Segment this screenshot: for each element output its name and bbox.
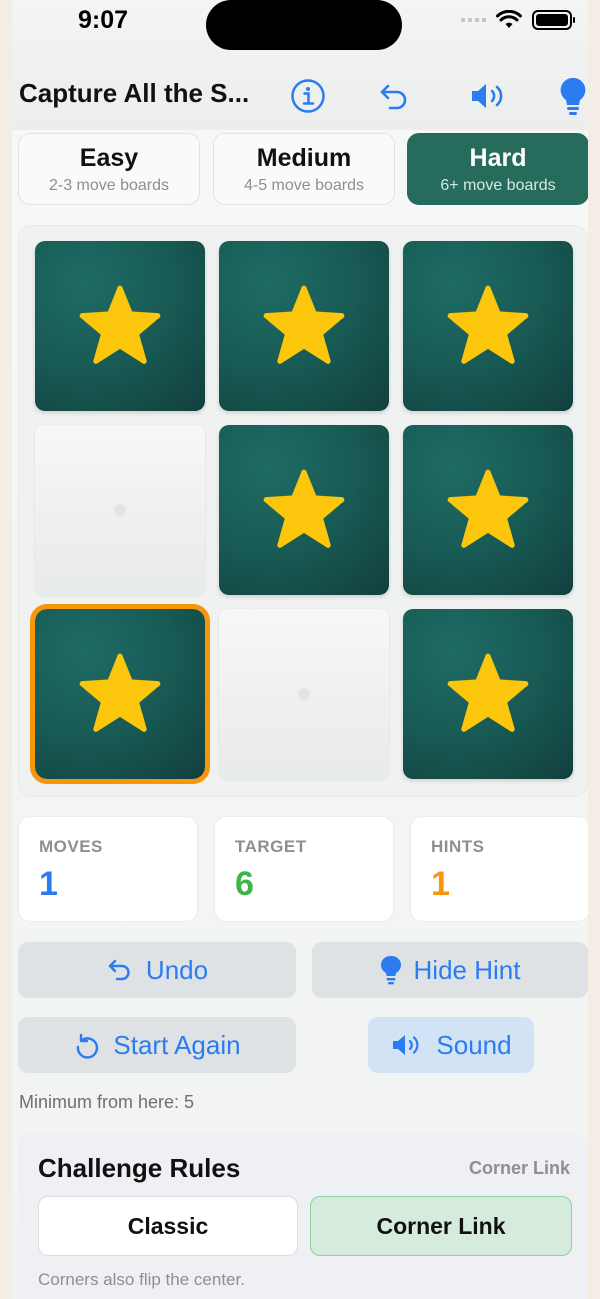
page-title: Capture All the S... <box>19 78 250 108</box>
rules-current-mode: Corner Link <box>468 1158 570 1178</box>
difficulty-description: 6+ move boards <box>440 177 556 194</box>
hide-hint-button[interactable]: Hide Hint <box>312 942 588 998</box>
sound-label: Sound <box>436 1029 512 1060</box>
hints-stat: HINTS 1 <box>410 816 588 922</box>
board-tile-6[interactable] <box>403 425 573 595</box>
star-icon <box>263 469 345 548</box>
board-tile-7[interactable] <box>30 604 210 784</box>
hide-hint-label: Hide Hint <box>413 954 521 985</box>
sound-button[interactable]: Sound <box>368 1017 534 1073</box>
undo-icon <box>380 84 407 110</box>
game-board <box>18 225 588 797</box>
star-icon <box>447 285 529 364</box>
hints-label: HINTS <box>431 837 485 856</box>
speaker-icon <box>393 1035 419 1055</box>
difficulty-description: 4-5 move boards <box>243 177 365 194</box>
empty-dot-icon <box>114 504 126 516</box>
rules-title: Challenge Rules <box>38 1153 241 1183</box>
hints-value: 1 <box>431 865 450 903</box>
difficulty-name: Medium <box>256 144 352 172</box>
star-icon <box>447 653 529 732</box>
difficulty-name: Hard <box>469 144 527 172</box>
board-tile-9[interactable] <box>403 609 573 779</box>
board-tile-1[interactable] <box>35 241 205 411</box>
undo-icon <box>108 959 130 981</box>
rule-corner-link-label: Corner Link <box>376 1212 506 1239</box>
target-stat: TARGET 6 <box>214 816 394 922</box>
board-tile-4[interactable] <box>35 425 205 595</box>
moves-stat: MOVES 1 <box>18 816 198 922</box>
target-label: TARGET <box>235 837 307 856</box>
star-icon <box>263 285 345 364</box>
board-tile-3[interactable] <box>403 241 573 411</box>
signal-icon <box>461 18 486 22</box>
difficulty-description: 2-3 move boards <box>48 177 170 194</box>
start-again-label: Start Again <box>113 1029 241 1060</box>
moves-label: MOVES <box>39 837 103 856</box>
speaker-icon <box>472 84 503 108</box>
rule-classic-label: Classic <box>127 1212 209 1239</box>
difficulty-name: Easy <box>79 144 139 172</box>
moves-value: 1 <box>39 865 58 903</box>
difficulty-selector: Easy 2-3 move boards Medium 4-5 move boa… <box>18 133 588 205</box>
start-again-button[interactable]: Start Again <box>18 1017 296 1073</box>
status-time: 9:07 <box>78 6 129 34</box>
lightbulb-icon <box>560 77 586 115</box>
rules-note: Corners also flip the center. <box>38 1270 245 1289</box>
board-tile-8[interactable] <box>219 609 389 779</box>
undo-header-button[interactable] <box>370 72 418 120</box>
undo-label: Undo <box>145 954 209 985</box>
sound-header-button[interactable] <box>464 72 512 120</box>
challenge-rules-card: Challenge Rules Corner Link Classic Corn… <box>18 1133 588 1299</box>
restart-icon <box>77 1033 99 1059</box>
rule-classic-button[interactable]: Classic <box>38 1196 298 1256</box>
star-icon <box>79 285 161 364</box>
empty-dot-icon <box>298 688 310 700</box>
hint-header-button[interactable] <box>549 72 588 120</box>
minimum-moves-text: Minimum from here: 5 <box>19 1092 195 1112</box>
difficulty-easy[interactable]: Easy 2-3 move boards <box>18 133 200 205</box>
star-icon <box>447 469 529 548</box>
info-button[interactable] <box>284 72 332 120</box>
battery-icon <box>532 10 575 30</box>
info-icon <box>291 79 325 113</box>
difficulty-medium[interactable]: Medium 4-5 move boards <box>213 133 395 205</box>
lightbulb-icon <box>380 955 401 985</box>
difficulty-hard[interactable]: Hard 6+ move boards <box>407 133 588 205</box>
wifi-icon <box>496 10 522 28</box>
target-value: 6 <box>235 865 254 903</box>
rule-corner-link-button[interactable]: Corner Link <box>310 1196 572 1256</box>
app-screen: 9:07 Capture All the S... Easy 2-3 move … <box>12 0 588 1299</box>
board-tile-5[interactable] <box>219 425 389 595</box>
undo-button[interactable]: Undo <box>18 942 296 998</box>
star-icon <box>79 653 161 732</box>
status-icons <box>461 10 575 30</box>
board-tile-2[interactable] <box>219 241 389 411</box>
dynamic-island <box>206 0 402 50</box>
